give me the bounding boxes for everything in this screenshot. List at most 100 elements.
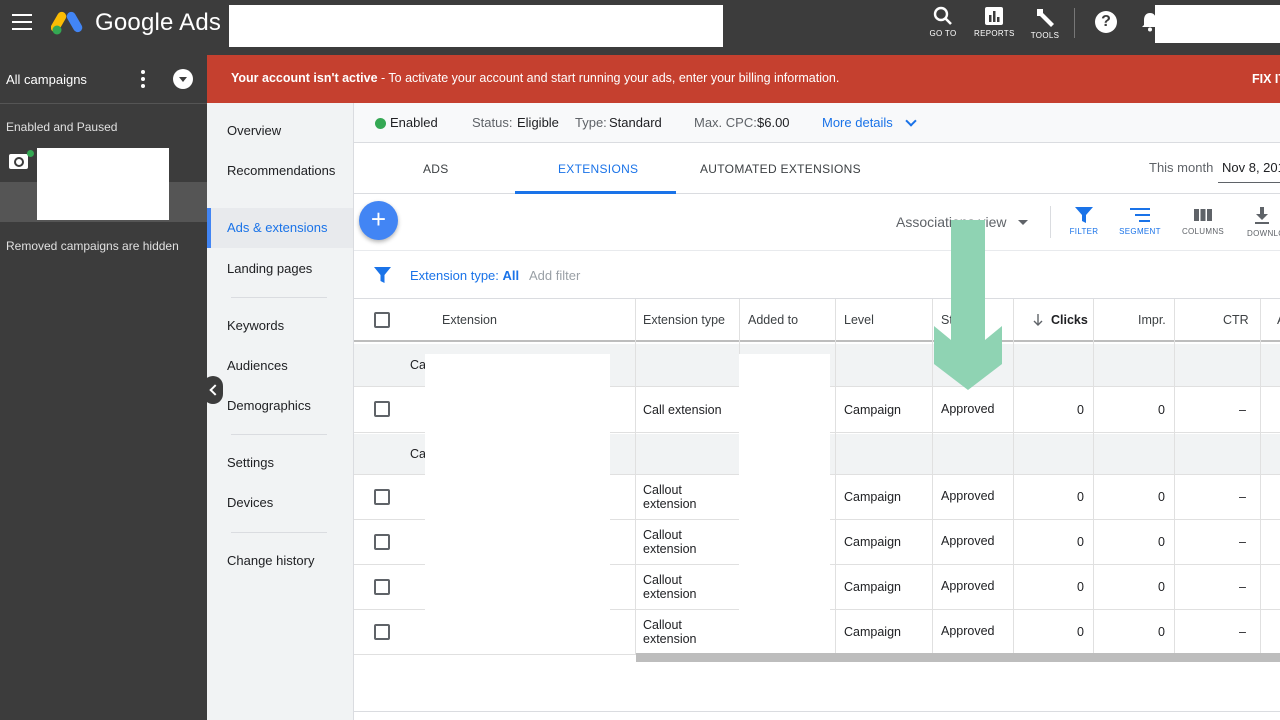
menu-icon[interactable] <box>12 14 32 32</box>
enabled-status-dot <box>27 150 34 157</box>
topbar-divider <box>1074 8 1075 38</box>
nav-recommendations[interactable]: Recommendations <box>227 163 335 178</box>
chevron-down-icon[interactable] <box>905 115 917 127</box>
nav-divider <box>231 532 327 533</box>
cell-clicks: 0 <box>1077 403 1084 417</box>
reports-button[interactable]: REPORTS <box>974 6 1014 38</box>
columns-icon <box>1194 209 1212 221</box>
cell-extension-type: Callout extension <box>643 573 697 601</box>
cell-ctr: – <box>1239 535 1246 549</box>
redacted-extension-names <box>425 354 610 648</box>
group-label: Ca <box>410 358 426 372</box>
filter-button[interactable]: FILTER <box>1060 207 1108 236</box>
more-details-link[interactable]: More details <box>822 115 893 130</box>
status-value: Eligible <box>517 115 559 130</box>
header-extension-type[interactable]: Extension type <box>643 313 725 327</box>
cell-clicks: 0 <box>1077 580 1084 594</box>
banner-message: Your account isn't active - To activate … <box>231 71 839 85</box>
tab-extensions[interactable]: EXTENSIONS <box>558 162 638 176</box>
cell-clicks: 0 <box>1077 535 1084 549</box>
tools-button[interactable]: TOOLS <box>1025 6 1065 40</box>
nav-divider <box>231 434 327 435</box>
filter-value: All <box>502 268 520 283</box>
column-divider <box>1174 299 1175 655</box>
column-divider <box>835 299 836 655</box>
nav-audiences[interactable]: Audiences <box>227 358 288 373</box>
tab-ads[interactable]: ADS <box>423 162 449 176</box>
header-level[interactable]: Level <box>844 313 874 327</box>
max-cpc-value: $6.00 <box>757 115 790 130</box>
filter-icon[interactable] <box>374 267 391 283</box>
row-checkbox[interactable] <box>374 579 390 595</box>
nav-devices[interactable]: Devices <box>227 495 273 510</box>
nav-change-history[interactable]: Change history <box>227 553 314 568</box>
help-icon[interactable]: ? <box>1095 11 1117 33</box>
banner-text: - To activate your account and start run… <box>377 71 840 85</box>
column-divider <box>1260 299 1261 655</box>
download-label: DOWNLO <box>1247 229 1280 238</box>
cell-impr: 0 <box>1158 535 1165 549</box>
select-all-checkbox[interactable] <box>374 312 390 328</box>
sort-down-icon[interactable] <box>1033 314 1043 326</box>
cell-level: Campaign <box>844 625 901 639</box>
filter-icon <box>1075 207 1093 223</box>
download-button[interactable]: DOWNLO <box>1240 207 1280 238</box>
date-range-picker[interactable]: Nov 8, 201 <box>1222 160 1280 175</box>
cell-extension-type: Callout extension <box>643 483 697 511</box>
reports-label: REPORTS <box>974 29 1015 38</box>
horizontal-scrollbar[interactable] <box>636 653 1280 662</box>
fix-it-button[interactable]: FIX IT <box>1252 72 1280 86</box>
cell-level: Campaign <box>844 580 901 594</box>
enabled-status[interactable]: Enabled <box>390 115 438 130</box>
filter-row: Extension type: All Add filter <box>354 252 1280 299</box>
header-added-to[interactable]: Added to <box>748 313 798 327</box>
cell-impr: 0 <box>1158 490 1165 504</box>
nav-overview[interactable]: Overview <box>227 123 281 138</box>
header-clicks[interactable]: Clicks <box>1051 313 1088 327</box>
header-extension[interactable]: Extension <box>442 313 497 327</box>
collapse-panel-button[interactable] <box>203 376 223 404</box>
columns-label: COLUMNS <box>1181 227 1225 236</box>
cell-extension-type: Callout extension <box>643 528 697 556</box>
nav-keywords[interactable]: Keywords <box>227 318 284 333</box>
columns-button[interactable]: COLUMNS <box>1179 207 1227 236</box>
row-checkbox[interactable] <box>374 401 390 417</box>
nav-divider <box>231 297 327 298</box>
cell-extension-type: Call extension <box>643 403 722 417</box>
view-dropdown-icon[interactable] <box>1018 220 1028 225</box>
active-tab-indicator <box>515 191 676 194</box>
header-ctr[interactable]: CTR <box>1223 313 1249 327</box>
cell-status: Approved <box>941 489 995 503</box>
tab-automated-extensions[interactable]: AUTOMATED EXTENSIONS <box>700 162 861 176</box>
cell-status: Approved <box>941 534 995 548</box>
row-checkbox[interactable] <box>374 489 390 505</box>
add-filter-link[interactable]: Add filter <box>529 268 580 283</box>
row-checkbox[interactable] <box>374 624 390 640</box>
segment-button[interactable]: SEGMENT <box>1116 207 1164 236</box>
cell-impr: 0 <box>1158 403 1165 417</box>
nav-settings[interactable]: Settings <box>227 455 274 470</box>
nav-ads-extensions[interactable]: Ads & extensions <box>227 220 327 235</box>
download-icon <box>1255 207 1269 224</box>
header-impr[interactable]: Impr. <box>1138 313 1166 327</box>
table-toolbar: + Associations view FILTER SEGMENT COLUM… <box>354 195 1280 251</box>
row-checkbox[interactable] <box>374 534 390 550</box>
type-value: Standard <box>609 115 662 130</box>
cell-level: Campaign <box>844 403 901 417</box>
more-vert-icon[interactable] <box>141 70 145 91</box>
goto-button[interactable]: GO TO <box>923 6 963 38</box>
redacted-account-area <box>1155 5 1280 43</box>
campaign-panel-title: All campaigns <box>6 72 87 87</box>
add-extension-button[interactable]: + <box>359 201 398 240</box>
goto-label: GO TO <box>929 29 957 38</box>
cell-level: Campaign <box>844 490 901 504</box>
filter-label: FILTER <box>1069 227 1099 236</box>
extension-type-filter[interactable]: Extension type: All <box>410 268 519 283</box>
nav-demographics[interactable]: Demographics <box>227 398 311 413</box>
max-cpc-label: Max. CPC: <box>694 115 757 130</box>
cell-impr: 0 <box>1158 580 1165 594</box>
nav-landing-pages[interactable]: Landing pages <box>227 261 312 276</box>
reports-icon <box>985 7 1003 25</box>
campaign-status-filter[interactable]: Enabled and Paused <box>6 120 117 134</box>
campaign-dropdown-icon[interactable] <box>173 69 193 89</box>
